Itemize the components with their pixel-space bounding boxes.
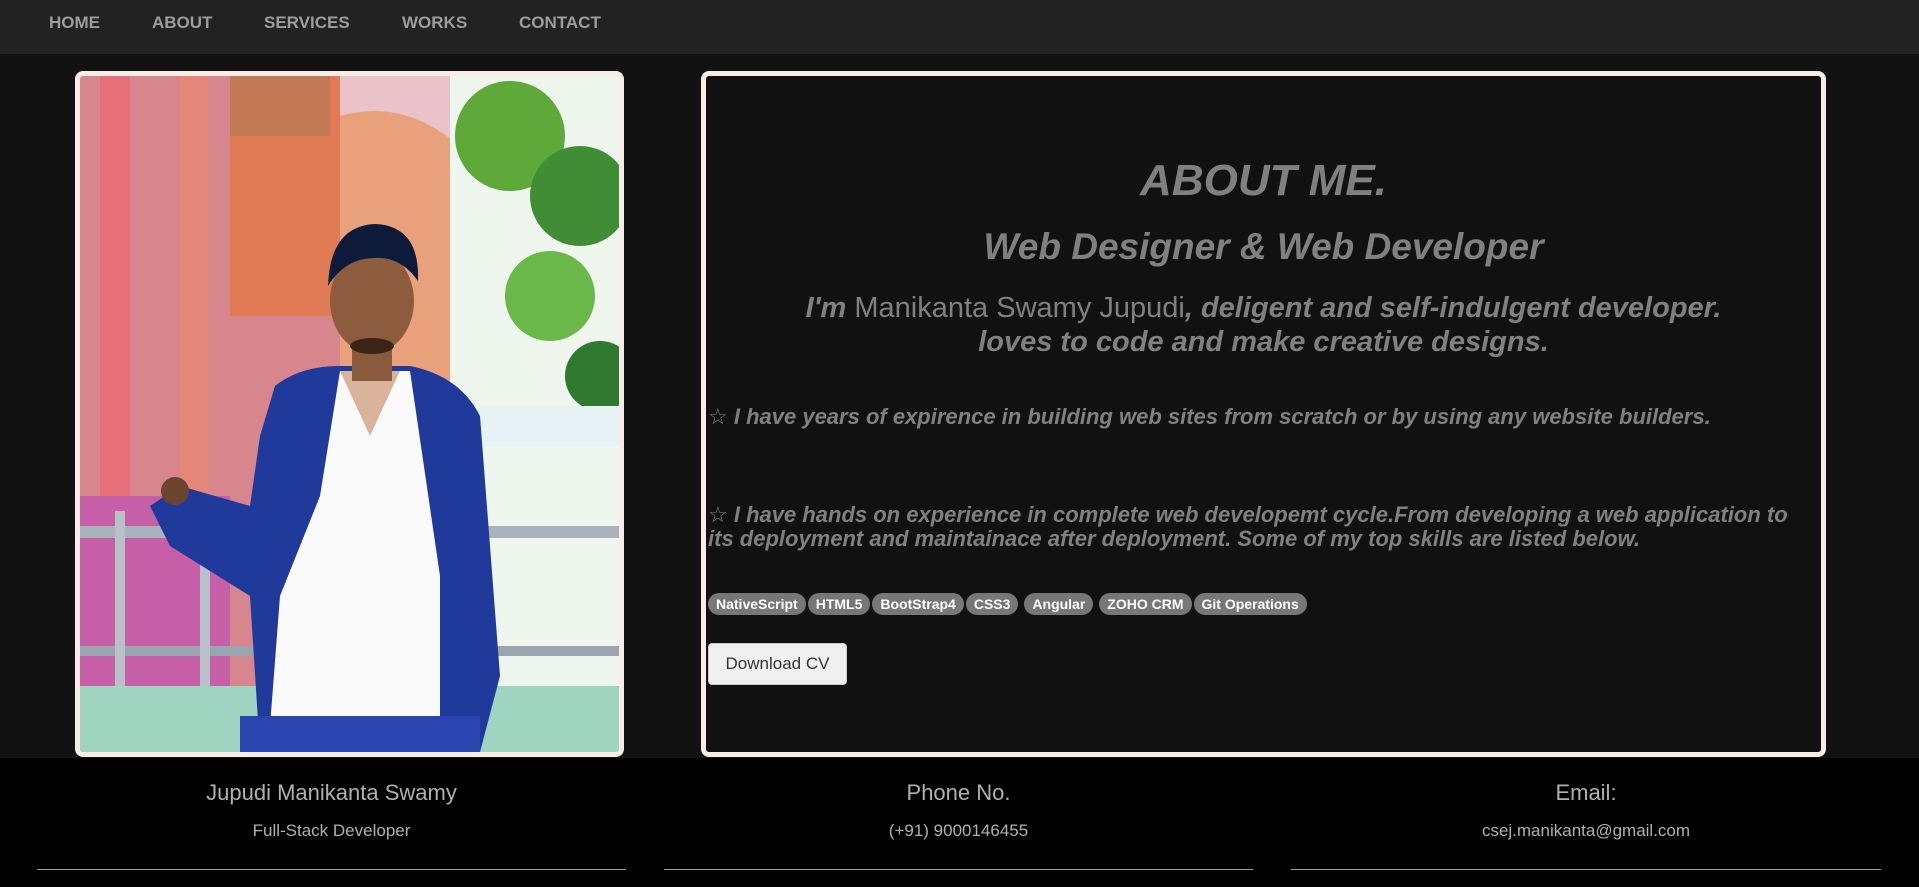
footer-profile: Jupudi Manikanta Swamy Full-Stack Develo… bbox=[37, 758, 626, 887]
star-icon: ☆ bbox=[708, 404, 728, 429]
about-card: ABOUT ME. Web Designer & Web Developer I… bbox=[701, 71, 1826, 757]
about-title: ABOUT ME. bbox=[1140, 156, 1387, 205]
about-subtitle: Web Designer & Web Developer bbox=[983, 226, 1544, 267]
intro-suffix: , deligent and self-indulgent developer. bbox=[1184, 292, 1722, 324]
phone-label: Phone No. bbox=[906, 780, 1011, 805]
about-point-2: ☆ I have hands on experience in complete… bbox=[708, 503, 1808, 551]
footer-name: Jupudi Manikanta Swamy bbox=[206, 780, 457, 805]
about-intro: I'm Manikanta Swamy Jupudi, deligent and… bbox=[706, 291, 1821, 359]
intro-line-2: loves to code and make creative designs. bbox=[978, 326, 1549, 358]
top-navbar: HOME ABOUT SERVICES WORKS CONTACT bbox=[0, 0, 1919, 54]
intro-prefix: I'm bbox=[805, 292, 847, 324]
skill-badge: Angular bbox=[1024, 593, 1094, 615]
footer-divider bbox=[1291, 869, 1881, 870]
footer-phone: Phone No. (+91) 9000146455 bbox=[664, 758, 1253, 887]
footer-divider bbox=[664, 869, 1253, 870]
email-label: Email: bbox=[1555, 780, 1617, 805]
skill-badge: Git Operations bbox=[1193, 593, 1307, 615]
star-icon: ☆ bbox=[708, 502, 728, 527]
email-address: csej.manikanta@gmail.com bbox=[1481, 821, 1691, 840]
skill-badge: BootStrap4 bbox=[872, 593, 964, 615]
point-1-text: I have years of expirence in building we… bbox=[733, 404, 1711, 429]
nav-works-link[interactable]: WORKS bbox=[402, 13, 467, 33]
skill-badge: ZOHO CRM bbox=[1099, 593, 1192, 615]
download-cv-button[interactable]: Download CV bbox=[708, 643, 847, 685]
skill-badge: HTML5 bbox=[807, 593, 871, 615]
footer-divider bbox=[37, 869, 626, 870]
skills-list: NativeScript HTML5 BootStrap4 CSS3 Angul… bbox=[708, 593, 1309, 615]
about-point-1: ☆ I have years of expirence in building … bbox=[708, 405, 1808, 429]
footer-email: Email: csej.manikanta@gmail.com bbox=[1291, 758, 1881, 887]
nav-contact-link[interactable]: CONTACT bbox=[519, 13, 601, 33]
skill-badge: CSS3 bbox=[965, 593, 1019, 615]
footer: Jupudi Manikanta Swamy Full-Stack Develo… bbox=[0, 758, 1919, 887]
nav-about-link[interactable]: ABOUT bbox=[152, 13, 212, 33]
skill-badge: NativeScript bbox=[708, 593, 806, 615]
intro-name: Manikanta Swamy Jupudi bbox=[854, 292, 1185, 324]
nav-home-link[interactable]: HOME bbox=[49, 13, 100, 33]
nav-services-link[interactable]: SERVICES bbox=[264, 13, 350, 33]
phone-number: (+91) 9000146455 bbox=[888, 821, 1029, 840]
footer-role: Full-Stack Developer bbox=[252, 821, 411, 840]
profile-photo-image bbox=[80, 76, 619, 752]
profile-photo bbox=[75, 71, 624, 757]
point-2-text: I have hands on experience in complete w… bbox=[708, 502, 1788, 551]
